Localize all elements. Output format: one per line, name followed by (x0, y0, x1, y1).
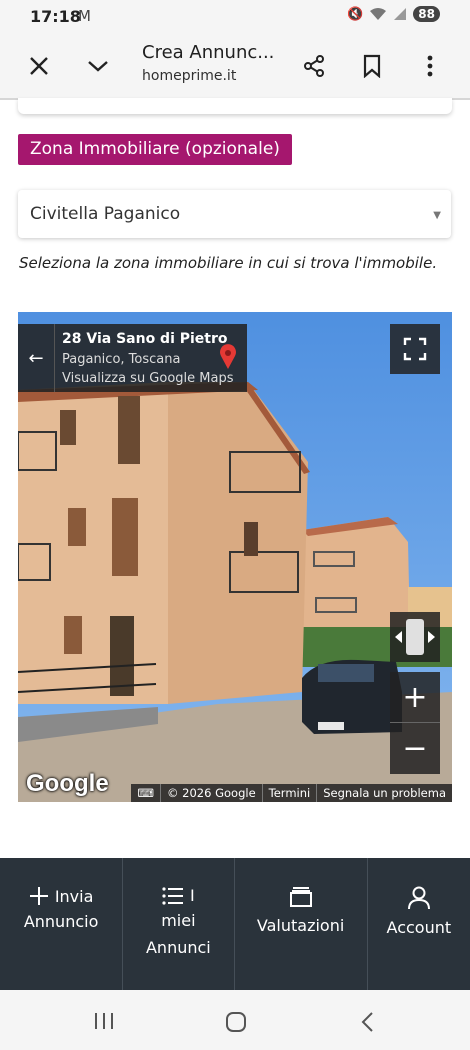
zoom-out-button[interactable]: − (390, 723, 440, 773)
street-view-info-card: ← 28 Via Sano di Pietro Paganico, Toscan… (18, 324, 247, 392)
street-view-address: 28 Via Sano di Pietro (62, 331, 228, 347)
phone-rotate-icon (395, 619, 435, 655)
arrow-left-icon: ← (28, 347, 44, 369)
zone-select[interactable]: Civitella Paganico ▼ (18, 190, 451, 238)
pegman-control[interactable] (390, 612, 440, 662)
nav-item-my-listings[interactable]: I miei Annunci (123, 858, 235, 990)
close-icon (30, 57, 48, 75)
nav-label-line1: Account (386, 918, 452, 937)
keyboard-icon[interactable]: ⌨ (131, 784, 160, 802)
open-google-maps-link[interactable]: Visualizza su Google Maps (62, 371, 234, 386)
status-bar: 17:18 M 🔇 88 (0, 0, 470, 34)
map-pin-icon[interactable] (219, 344, 237, 370)
street-view-footer: ⌨ © 2026 Google Termini Segnala un probl… (131, 784, 452, 802)
plus-icon: + (402, 679, 428, 715)
system-nav-bar (0, 990, 470, 1050)
zoom-controls: + − (390, 672, 440, 774)
zone-help-text: Seleziona la zona immobiliare in cui si … (19, 254, 438, 272)
bottom-nav: Invia Annuncio I miei Annunci Valutazion… (0, 858, 470, 990)
zone-select-value: Civitella Paganico (30, 204, 181, 224)
nav-item-send-listing[interactable]: Invia Annuncio (0, 858, 124, 990)
share-button[interactable] (294, 46, 334, 86)
recent-apps-icon[interactable] (94, 1012, 114, 1030)
minus-icon: − (402, 730, 428, 766)
page-url: homeprime.it (142, 68, 237, 84)
browser-header: Crea Annunc... homeprime.it (0, 34, 470, 100)
more-vert-icon (427, 55, 433, 77)
bookmark-button[interactable] (352, 46, 392, 86)
chevron-down-icon (88, 61, 108, 72)
nav-label-line1: I (190, 886, 195, 905)
wifi-icon (370, 8, 387, 20)
zoom-in-button[interactable]: + (390, 672, 440, 723)
status-time: 17:18 (30, 7, 81, 26)
terms-link[interactable]: Termini (261, 784, 317, 802)
fullscreen-button[interactable] (390, 324, 440, 374)
more-menu-button[interactable] (410, 46, 450, 86)
battery-badge: 88 (413, 6, 440, 22)
street-view-city: Paganico, Toscana (62, 352, 181, 367)
nav-label-line3: Annunci (145, 938, 211, 957)
copyright-text: © 2026 Google (160, 784, 262, 802)
mute-icon: 🔇 (347, 6, 364, 22)
plus-icon (29, 887, 48, 905)
nav-item-account[interactable]: Account (368, 858, 470, 990)
nav-item-valuations[interactable]: Valutazioni (235, 858, 368, 990)
previous-field-card (18, 98, 452, 114)
gmail-icon: M (78, 7, 91, 25)
fullscreen-icon (403, 337, 427, 361)
report-problem-link[interactable]: Segnala un problema (316, 784, 452, 802)
nav-label-line2: Annuncio (23, 912, 99, 931)
expand-button[interactable] (78, 46, 118, 86)
street-view[interactable]: ← 28 Via Sano di Pietro Paganico, Toscan… (18, 312, 452, 802)
status-icons: 🔇 88 (347, 6, 440, 22)
signal-icon (394, 8, 407, 20)
nav-label-line1: Valutazioni (256, 916, 345, 935)
home-icon[interactable] (225, 1011, 247, 1033)
nav-label-line1: Invia (54, 886, 94, 906)
back-icon[interactable] (360, 1011, 374, 1033)
archive-icon (289, 887, 312, 907)
user-icon (407, 886, 430, 910)
share-icon (304, 55, 324, 77)
bookmark-icon (363, 54, 381, 78)
list-icon (162, 886, 183, 905)
close-button[interactable] (19, 46, 59, 86)
page-title: Crea Annunc... (142, 42, 275, 63)
dropdown-arrow-icon: ▼ (433, 210, 441, 221)
nav-label-line2: miei (161, 911, 196, 930)
google-logo: Google (26, 770, 109, 797)
back-arrow-button[interactable]: ← (18, 324, 55, 392)
zone-label: Zona Immobiliare (opzionale) (18, 134, 292, 165)
